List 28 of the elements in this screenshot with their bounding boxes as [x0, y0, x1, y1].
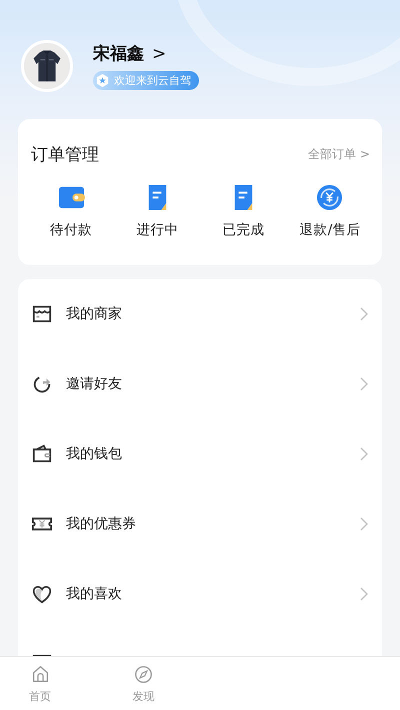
menu-item-label[interactable]: 邀请好友 — [66, 375, 360, 393]
chevron-right-icon[interactable] — [360, 447, 368, 461]
shop-icon — [32, 304, 52, 324]
welcome-badge: 欢迎来到云自驾 — [93, 71, 199, 90]
menu-item-label[interactable]: 我的优惠券 — [66, 515, 360, 533]
share-arrow-icon — [32, 374, 52, 394]
avatar[interactable] — [21, 40, 73, 92]
wallet-icon[interactable] — [58, 184, 84, 211]
chevron-right-icon[interactable] — [360, 307, 368, 321]
home-icon[interactable] — [30, 665, 50, 684]
menu-item-label[interactable]: 我的钱包 — [66, 445, 360, 463]
chevron-right-icon[interactable] — [360, 377, 368, 391]
compass-icon[interactable] — [134, 665, 153, 684]
order-status-label[interactable]: 进行中 — [136, 221, 178, 239]
menu-item-label[interactable]: 我的喜欢 — [66, 585, 360, 603]
chevron-right-icon[interactable] — [360, 517, 368, 531]
star-icon — [95, 73, 110, 88]
section-title: 订单管理 — [31, 144, 99, 166]
order-status-label[interactable]: 已完成 — [222, 221, 265, 239]
wallet-icon — [32, 444, 52, 464]
heart-icon — [32, 584, 52, 604]
menu-item-label[interactable]: 我的商家 — [66, 305, 360, 323]
chevron-icon[interactable]: > — [152, 44, 166, 64]
chevron-right-icon[interactable] — [360, 587, 368, 601]
order-status-label[interactable]: 待付款 — [50, 221, 92, 239]
user-name[interactable]: 宋福鑫 — [93, 42, 144, 65]
order-status-label[interactable]: 退款/售后 — [300, 221, 360, 239]
yen-refund-icon[interactable] — [316, 184, 344, 211]
